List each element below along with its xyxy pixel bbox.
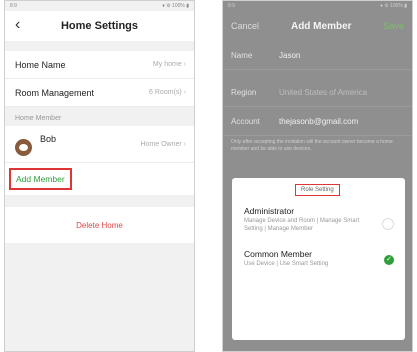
page-title: Home Settings — [60, 20, 138, 32]
member-name: Bob — [40, 134, 57, 144]
home-settings-screen: 8:9 ♦ ⚙ 100% ▮ ‹ Home Settings Home Name… — [4, 0, 195, 352]
settings-list: Home Name My home Room Management 6 Room… — [5, 51, 194, 107]
account-label: Account — [231, 116, 260, 126]
checkmark-icon[interactable]: ✓ — [384, 255, 394, 265]
home-name-row[interactable]: Home Name My home — [5, 51, 194, 79]
nav-bar: ‹ Home Settings — [5, 11, 194, 41]
status-icons: ♦ ⚙ 100% ▮ — [380, 3, 407, 9]
member-role: Home Owner — [140, 141, 186, 148]
role-name: Common Member — [244, 249, 313, 259]
home-name-value: My home — [153, 61, 186, 68]
page-title: Add Member — [290, 20, 352, 32]
role-description: Use Device | Use Smart Setting — [244, 261, 329, 267]
status-time: 8:9 — [10, 3, 17, 9]
home-name-label: Home Name — [15, 59, 66, 70]
name-label: Name — [231, 50, 253, 60]
account-field-row[interactable]: Account thejasonb@gmail.com — [223, 107, 412, 136]
region-label: Region — [231, 87, 257, 97]
cancel-button[interactable]: Cancel — [231, 21, 259, 31]
add-member-screen: 8:9 ♦ ⚙ 100% ▮ Cancel Add Member Save Na… — [222, 0, 413, 352]
add-member-row: Add Member — [5, 163, 194, 195]
status-icons: ♦ ⚙ 100% ▮ — [162, 3, 189, 9]
status-bar: 8:9 ♦ ⚙ 100% ▮ — [5, 1, 194, 11]
region-field-row[interactable]: Region United States of America — [223, 78, 412, 107]
invitation-note: Only after accepting the invitation will… — [231, 139, 393, 152]
room-management-label: Room Management — [15, 87, 95, 98]
role-setting-title: Role Setting — [295, 184, 340, 196]
account-value: thejasonb@gmail.com — [279, 116, 359, 126]
chevron-left-icon[interactable]: ‹ — [15, 16, 20, 34]
role-option-administrator[interactable]: Administrator Manage Device and Room | M… — [244, 206, 394, 233]
name-field-row[interactable]: Name Jason — [223, 41, 412, 70]
save-button[interactable]: Save — [383, 21, 404, 31]
room-management-row[interactable]: Room Management 6 Room(s) — [5, 79, 194, 107]
avatar — [15, 138, 32, 156]
status-time: 8:9 — [228, 3, 235, 9]
name-value: Jason — [279, 50, 301, 60]
member-row-bob[interactable]: Bob Home Owner — [5, 126, 194, 163]
role-setting-sheet: Role Setting Administrator Manage Device… — [232, 178, 405, 340]
role-name: Administrator — [244, 206, 295, 216]
region-value: United States of America — [279, 87, 368, 97]
member-info: Bob — [15, 133, 56, 156]
radio-unchecked-icon[interactable] — [382, 218, 394, 230]
home-member-section-label: Home Member — [5, 107, 194, 126]
delete-home-button[interactable]: Delete Home — [5, 207, 194, 243]
status-bar: 8:9 ♦ ⚙ 100% ▮ — [223, 1, 412, 11]
nav-bar: Cancel Add Member Save — [223, 11, 412, 41]
add-member-button[interactable]: Add Member — [9, 168, 72, 190]
role-option-common-member[interactable]: Common Member Use Device | Use Smart Set… — [244, 249, 394, 268]
room-count-value: 6 Room(s) — [149, 89, 186, 96]
role-description: Manage Device and Room | Manage Smart Se… — [244, 218, 360, 232]
